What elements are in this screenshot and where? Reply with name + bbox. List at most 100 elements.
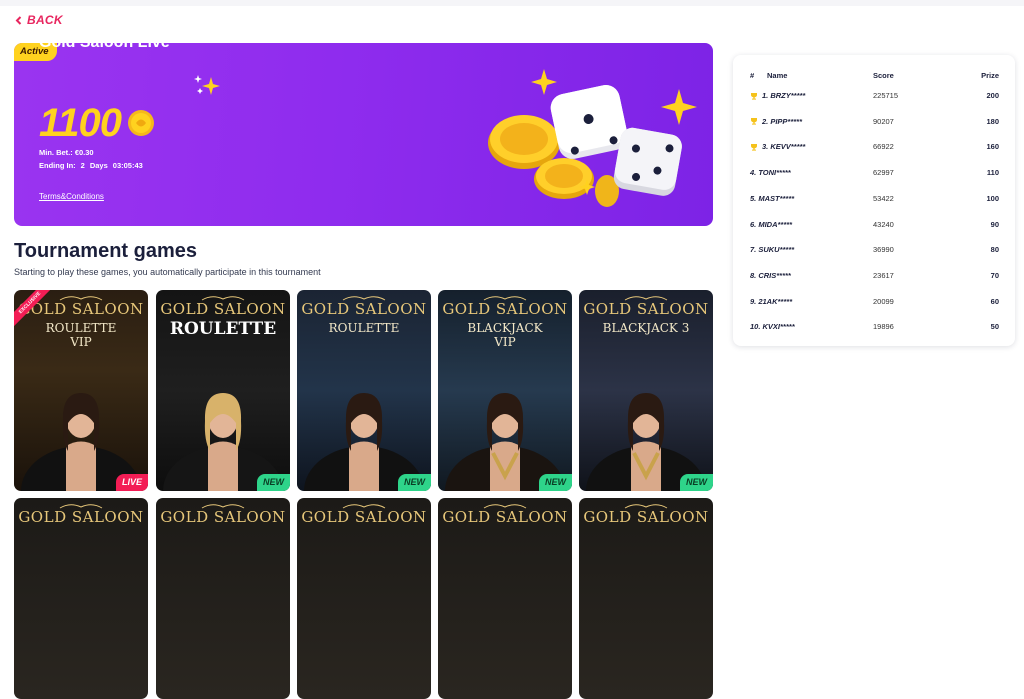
score-header: Score	[873, 71, 894, 80]
new-badge: NEW	[539, 474, 572, 491]
game-card[interactable]: GOLD SALOON BLACKJACK 3 NEW	[579, 290, 713, 491]
dealer-image	[304, 393, 424, 491]
player-name-cell: 7. SUKU*****	[750, 245, 794, 254]
trophy-icon	[751, 92, 757, 100]
card-brand: GOLD SALOON	[301, 508, 427, 526]
player-name: 6. MIDA*****	[750, 219, 793, 229]
player-score: 62997	[873, 168, 894, 178]
player-name-cell: 2. PIPP*****	[750, 117, 802, 126]
player-name: 10. KVXI*****	[750, 322, 795, 332]
game-card[interactable]: GOLD SALOON ROULETTE NEW	[156, 290, 290, 491]
card-background	[297, 498, 431, 699]
new-badge: NEW	[680, 474, 713, 491]
sparkle-icon	[194, 75, 220, 95]
player-prize: 100	[986, 193, 999, 203]
card-brand: GOLD SALOON	[301, 300, 427, 318]
game-card[interactable]: GOLD SALOON ROULETTE VIP EXCLUSIVE LIVE	[14, 290, 148, 491]
section-subtitle: Starting to play these games, you automa…	[14, 267, 321, 277]
player-prize: 50	[990, 322, 999, 332]
card-background	[14, 498, 148, 699]
card-brand: GOLD SALOON	[160, 508, 286, 526]
card-background	[579, 498, 713, 699]
player-prize: 60	[990, 296, 999, 306]
back-label: BACK	[27, 13, 63, 27]
min-bet: Min. Bet.: €0.30	[39, 148, 94, 157]
section-title: Tournament games	[14, 240, 197, 262]
top-bar	[0, 0, 1024, 6]
card-game-line1: ROULETTE	[328, 321, 400, 335]
card-background	[156, 498, 290, 699]
dealer-image	[445, 393, 565, 491]
player-name-cell: 9. 21AK*****	[750, 297, 792, 306]
player-name: 7. SUKU*****	[750, 245, 795, 255]
game-card[interactable]: GOLD SALOON	[14, 498, 148, 699]
leaderboard: # Name Score Prize 1. BRZY***** 225715 200…	[733, 55, 1015, 346]
player-name: 5. MAST*****	[750, 193, 795, 203]
player-prize: 200	[986, 91, 999, 100]
leaderboard-row: 2. PIPP***** 90207 180	[733, 117, 1015, 131]
ending-time: 03:05:43	[112, 161, 143, 170]
player-score: 225715	[873, 91, 899, 100]
tournament-title: Gold Saloon Live	[39, 43, 170, 52]
player-score: 36990	[873, 245, 894, 255]
leaderboard-row: 8. CRIS***** 23617 70	[733, 271, 1015, 285]
trophy-icon	[751, 143, 757, 151]
player-name-cell: 10. KVXI*****	[750, 322, 795, 331]
player-name-cell: 1. BRZY*****	[750, 91, 805, 100]
ending-days: 2	[80, 161, 85, 170]
ending-in: Ending In: 2 Days 03:05:43	[39, 161, 143, 170]
player-name-cell: 3. KEVV*****	[750, 142, 805, 151]
live-badge: LIVE	[115, 474, 148, 491]
player-prize: 80	[990, 245, 999, 255]
game-card[interactable]: GOLD SALOON	[579, 498, 713, 699]
card-brand: GOLD SALOON	[583, 508, 709, 526]
prize-amount: 1100	[39, 101, 122, 145]
ending-label: Ending In:	[39, 161, 76, 170]
player-score: 66922	[873, 142, 894, 152]
player-score: 53422	[873, 193, 894, 203]
player-name: 1. BRZY*****	[762, 91, 806, 100]
chevron-left-icon	[15, 15, 22, 25]
coin-icon	[128, 110, 155, 136]
game-card[interactable]: GOLD SALOON ROULETTE NEW	[297, 290, 431, 491]
back-button[interactable]: BACK	[15, 12, 63, 28]
player-score: 23617	[873, 270, 894, 280]
ending-days-unit: Days	[89, 161, 108, 170]
card-background	[438, 498, 572, 699]
terms-link[interactable]: Terms&Conditions	[39, 192, 104, 201]
game-card[interactable]: GOLD SALOON	[156, 498, 290, 699]
leaderboard-header: # Name Score Prize	[733, 71, 1015, 83]
card-game-name: ROULETTE	[156, 319, 290, 339]
new-badge: NEW	[398, 474, 431, 491]
card-game-line1: BLACKJACK 3	[602, 321, 690, 335]
player-name-cell: 5. MAST*****	[750, 194, 794, 203]
player-prize: 160	[986, 142, 999, 152]
game-card[interactable]: GOLD SALOON BLACKJACK VIP NEW	[438, 290, 572, 491]
player-name-cell: 6. MIDA*****	[750, 220, 792, 229]
player-name: 3. KEVV*****	[762, 142, 806, 152]
name-header: Name	[767, 71, 788, 80]
card-game-line1: ROULETTE	[45, 321, 117, 335]
dice-and-coins-illustration	[488, 69, 697, 207]
player-score: 20099	[873, 296, 894, 306]
card-brand: GOLD SALOON	[160, 300, 286, 318]
card-game-line1: BLACKJACK	[467, 321, 543, 335]
player-score: 43240	[873, 219, 894, 229]
game-card[interactable]: GOLD SALOON	[438, 498, 572, 699]
player-name: 2. PIPP*****	[762, 116, 803, 126]
card-brand: GOLD SALOON	[442, 300, 568, 318]
dealer-image	[163, 393, 283, 491]
player-score: 90207	[873, 116, 894, 126]
leaderboard-row: 7. SUKU***** 36990 80	[733, 245, 1015, 259]
card-game-line1: ROULETTE	[169, 319, 277, 339]
player-name: 4. TONI*****	[750, 168, 791, 178]
leaderboard-row: 9. 21AK***** 20099 60	[733, 297, 1015, 311]
game-card[interactable]: GOLD SALOON	[297, 498, 431, 699]
player-name-cell: 8. CRIS*****	[750, 271, 791, 280]
dealer-image	[21, 393, 141, 491]
trophy-icon	[751, 118, 757, 125]
tournament-banner: Active Gold Saloon Live 1100 Min. Bet.: …	[14, 43, 713, 226]
new-badge: NEW	[257, 474, 290, 491]
leaderboard-row: 1. BRZY***** 225715 200	[733, 91, 1015, 105]
player-name: 9. 21AK*****	[750, 296, 793, 306]
